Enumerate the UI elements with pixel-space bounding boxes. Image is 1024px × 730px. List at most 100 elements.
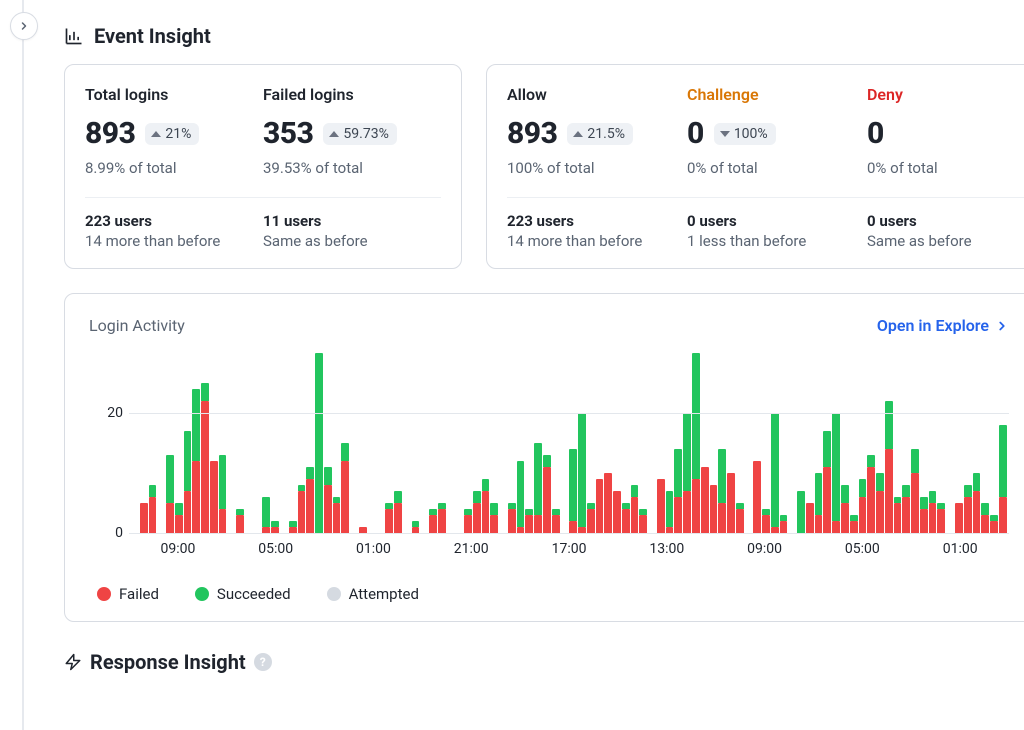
bar-failed [701, 467, 709, 533]
metric-users: 0 users [867, 212, 1024, 230]
bar-failed [631, 497, 639, 533]
chart-legend: Failed Succeeded Attempted [97, 585, 1009, 603]
bar-failed [981, 515, 989, 533]
bar-slot [999, 353, 1007, 533]
bar-failed [464, 515, 472, 533]
bar-succeeded [718, 449, 726, 503]
legend-succeeded-label: Succeeded [217, 585, 291, 603]
metric-allow: Allow89321.5%100% of total [507, 85, 687, 177]
login-activity-card: Login Activity Open in Explore 020 09:00… [64, 293, 1024, 622]
open-in-explore-link[interactable]: Open in Explore [877, 316, 1009, 335]
bar-slot [412, 353, 420, 533]
bar-slot [552, 353, 560, 533]
bar-slot [762, 353, 770, 533]
response-insight-header: Response Insight ? [64, 650, 984, 674]
legend-dot-red [97, 587, 111, 601]
bar-succeeded [166, 455, 174, 503]
metric-users-delta: 1 less than before [687, 232, 867, 250]
bar-failed [894, 503, 902, 533]
chevron-right-icon [995, 319, 1009, 333]
bar-succeeded [771, 413, 779, 527]
bar-slot [973, 353, 981, 533]
bar-failed [674, 497, 682, 533]
metric-delta-badge: 21% [145, 123, 199, 145]
bar-failed [219, 509, 227, 533]
caret-up-icon [573, 131, 583, 137]
bar-slot [350, 353, 358, 533]
bar-succeeded [981, 503, 989, 515]
bar-succeeded [517, 461, 525, 527]
legend-dot-grey [327, 587, 341, 601]
expand-sidebar-button[interactable] [10, 12, 38, 40]
bar-failed [964, 497, 972, 533]
bar-failed [815, 515, 823, 533]
bar-failed [622, 509, 630, 533]
event-insight-title: Event Insight [94, 24, 211, 48]
response-insight-title: Response Insight [90, 650, 246, 674]
bar-succeeded [324, 467, 332, 485]
bar-succeeded [473, 491, 481, 503]
bar-succeeded [306, 467, 314, 479]
bar-slot [788, 353, 796, 533]
bar-failed [955, 503, 963, 533]
metric-footer: 0 users1 less than before [687, 212, 867, 250]
bar-failed [508, 509, 516, 533]
metric-delta-badge: 59.73% [323, 123, 396, 145]
bar-succeeded [482, 479, 490, 491]
bar-failed [639, 515, 647, 533]
bar-slot [727, 353, 735, 533]
bar-slot [867, 353, 875, 533]
bar-slot [806, 353, 814, 533]
gridline [129, 413, 1009, 414]
metric-users: 223 users [507, 212, 687, 230]
bar-slot [192, 353, 200, 533]
bar-failed [727, 473, 735, 533]
bar-failed [806, 503, 814, 533]
bar-slot [420, 353, 428, 533]
bar-failed [613, 491, 621, 533]
bar-failed [438, 509, 446, 533]
bar-slot [701, 353, 709, 533]
metric-footer: 11 usersSame as before [263, 212, 441, 250]
bar-failed [543, 467, 551, 533]
bar-failed [482, 491, 490, 533]
bar-succeeded [964, 485, 972, 497]
metric-value-line: 0 [867, 116, 1024, 151]
metric-deny: Deny 0 0% of total [867, 85, 1024, 177]
bar-slot [429, 353, 437, 533]
metric-share: 100% of total [507, 159, 687, 177]
bar-slot [850, 353, 858, 533]
bar-succeeded [797, 491, 805, 533]
metric-users-delta: 14 more than before [85, 232, 263, 250]
metric-value-line: 89321% [85, 116, 263, 151]
chevron-right-icon [18, 20, 30, 32]
bar-succeeded [973, 473, 981, 491]
bar-slot [341, 353, 349, 533]
bar-slot [368, 353, 376, 533]
bar-succeeded [569, 449, 577, 521]
bar-slot [315, 353, 323, 533]
bar-slot [236, 353, 244, 533]
metric-share: 0% of total [867, 159, 1024, 177]
bar-failed [596, 479, 604, 533]
bar-slot [937, 353, 945, 533]
bar-succeeded [219, 455, 227, 509]
logins-card: Total logins89321%8.99% of totalFailed l… [64, 64, 462, 269]
metric-delta-badge: 21.5% [567, 123, 633, 145]
bar-slot [990, 353, 998, 533]
bar-succeeded [920, 497, 928, 509]
help-icon[interactable]: ? [254, 653, 272, 671]
bar-slot [517, 353, 525, 533]
bar-slot [385, 353, 393, 533]
metric-title: Deny [867, 85, 1024, 104]
x-tick-label: 17:00 [520, 541, 618, 557]
y-tick-label: 0 [115, 525, 123, 541]
bar-slot [245, 353, 253, 533]
bar-succeeded [999, 425, 1007, 497]
x-tick-label: 09:00 [716, 541, 814, 557]
bar-slot [648, 353, 656, 533]
metric-share: 0% of total [687, 159, 867, 177]
legend-failed-label: Failed [119, 585, 159, 603]
bar-failed [920, 509, 928, 533]
caret-up-icon [151, 131, 161, 137]
